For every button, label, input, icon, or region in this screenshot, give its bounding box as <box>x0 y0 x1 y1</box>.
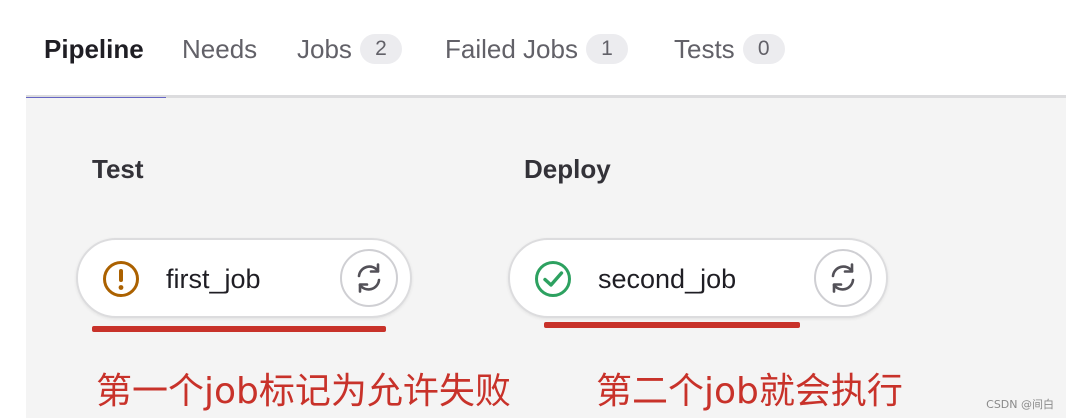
tab-tests-label: Tests <box>674 33 735 64</box>
tab-jobs-label: Jobs <box>297 33 352 64</box>
tab-needs[interactable]: Needs <box>182 0 257 98</box>
tab-jobs[interactable]: Jobs 2 <box>297 0 402 98</box>
job-first-job[interactable]: first_job <box>76 238 412 318</box>
annotation-second-job-runs: 第二个job就会执行 <box>596 371 903 412</box>
watermark: CSDN @间白 <box>986 398 1054 411</box>
tab-failed-jobs[interactable]: Failed Jobs 1 <box>445 0 628 98</box>
tab-needs-label: Needs <box>182 33 258 64</box>
tab-jobs-count-badge: 2 <box>359 34 402 64</box>
retry-job-button[interactable] <box>340 249 398 307</box>
stage-title-test: Test <box>92 154 144 184</box>
annotation-allow-failure: 第一个job标记为允许失败 <box>96 371 511 412</box>
pipeline-tabs: Pipeline Needs Jobs 2 Failed Jobs 1 Test… <box>26 0 1066 101</box>
annotation-underline-first-job <box>92 326 386 332</box>
tab-pipeline-label: Pipeline <box>44 33 144 64</box>
stage-title-deploy: Deploy <box>524 154 611 184</box>
tab-pipeline[interactable]: Pipeline <box>26 0 166 101</box>
annotation-underline-second-job <box>544 322 800 328</box>
retry-job-button[interactable] <box>814 249 872 307</box>
retry-icon <box>831 263 855 293</box>
warning-icon <box>103 261 139 297</box>
tab-failed-jobs-label: Failed Jobs <box>445 33 578 64</box>
tab-tests-count-badge: 0 <box>742 34 785 64</box>
success-check-icon <box>535 261 571 297</box>
pipeline-graph: Test first_job Deploy second_job 第一个job标… <box>26 98 1066 418</box>
tab-tests[interactable]: Tests 0 <box>674 0 785 98</box>
retry-icon <box>357 263 381 293</box>
tab-failed-jobs-count-badge: 1 <box>585 34 628 64</box>
job-name-second-job: second_job <box>598 264 737 294</box>
job-second-job[interactable]: second_job <box>508 238 888 318</box>
job-name-first-job: first_job <box>166 264 261 294</box>
